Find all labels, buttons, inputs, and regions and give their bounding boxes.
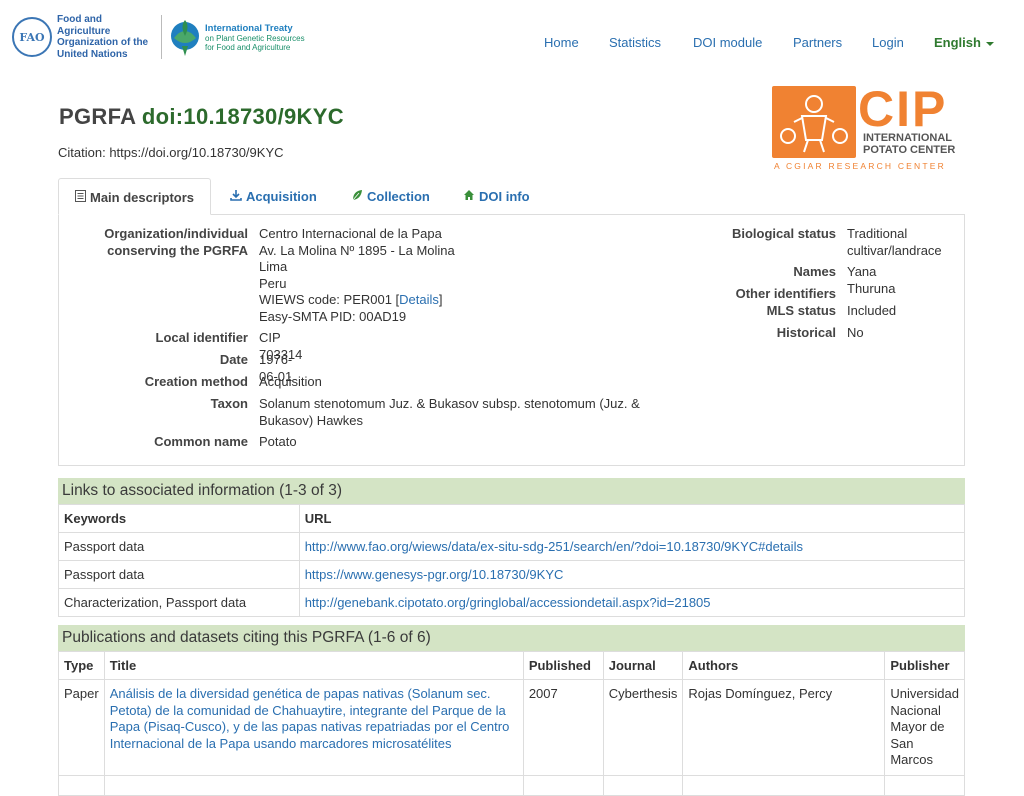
- publications-section-heading: Publications and datasets citing this PG…: [58, 625, 965, 651]
- publications-table: Type Title Published Journal Authors Pub…: [58, 651, 965, 796]
- table-row: Paper Análisis de la diversidad genética…: [58, 679, 965, 776]
- pub-type: [58, 774, 105, 796]
- nav-doi-module[interactable]: DOI module: [693, 35, 762, 50]
- cip-logo: CIP INTERNATIONAL POTATO CENTER A CGIAR …: [772, 81, 967, 172]
- historical-value: No: [847, 325, 864, 340]
- tab-acquisition[interactable]: Acquisition: [214, 178, 333, 215]
- page-title: PGRFA doi:10.18730/9KYC: [59, 104, 344, 130]
- citation-label: Citation:: [58, 145, 106, 160]
- biological-status-label: Biological status: [731, 226, 836, 241]
- pub-journal: [602, 774, 684, 796]
- link-keywords: Passport data: [58, 560, 300, 589]
- table-row: [58, 774, 965, 796]
- top-navbar: FAO Food and Agriculture Organization of…: [0, 0, 1024, 84]
- col-published: Published: [522, 651, 604, 680]
- link-keywords: Characterization, Passport data: [58, 588, 300, 617]
- pub-title-link[interactable]: Análisis de la diversidad genética de pa…: [110, 686, 510, 751]
- link-url-cell: http://www.fao.org/wiews/data/ex-situ-sd…: [298, 532, 966, 561]
- tab-bar: Main descriptors Acquisition Collection …: [58, 178, 964, 215]
- nav-partners[interactable]: Partners: [793, 35, 842, 50]
- wiews-code: WIEWS code: PER001 [Details]: [259, 292, 443, 307]
- cip-emblem-icon: [772, 86, 856, 158]
- citation: Citation: https://doi.org/10.18730/9KYC: [58, 145, 284, 160]
- names-value: Yana Thuruna: [847, 264, 896, 296]
- pub-published: 2007: [522, 679, 604, 776]
- tab-main-descriptors[interactable]: Main descriptors: [58, 178, 212, 215]
- link-url-cell: https://www.genesys-pgr.org/10.18730/9KY…: [298, 560, 966, 589]
- leaf-icon: [351, 189, 363, 204]
- col-journal: Journal: [602, 651, 684, 680]
- biological-status-value: Traditional cultivar/landrace: [847, 226, 942, 258]
- citation-url: https://doi.org/10.18730/9KYC: [109, 145, 284, 160]
- pub-published: [522, 774, 604, 796]
- pub-publisher: [884, 774, 965, 796]
- tab-collection[interactable]: Collection: [335, 178, 446, 215]
- nav-statistics[interactable]: Statistics: [609, 35, 661, 50]
- col-authors: Authors: [682, 651, 886, 680]
- pub-journal: Cyberthesis: [602, 679, 684, 776]
- pub-authors: Rojas Domínguez, Percy: [682, 679, 886, 776]
- title-doi: doi:10.18730/9KYC: [141, 104, 344, 129]
- date-label: Date: [219, 352, 248, 367]
- creation-method-value: Acquisition: [259, 374, 322, 389]
- links-header-row: Keywords URL: [58, 504, 966, 533]
- download-icon: [230, 189, 242, 204]
- list-icon: [75, 190, 86, 205]
- tab-doi-info[interactable]: DOI info: [447, 178, 546, 215]
- links-section-heading: Links to associated information (1-3 of …: [58, 478, 965, 504]
- local-id-label: Local identifier: [155, 330, 248, 345]
- cip-letters: CIP: [858, 81, 948, 137]
- link-url[interactable]: http://genebank.cipotato.org/gringlobal/…: [305, 595, 711, 610]
- nav-links: Home Statistics DOI module Partners Logi…: [0, 35, 1024, 51]
- col-keywords: Keywords: [58, 504, 300, 533]
- creation-method-label: Creation method: [144, 374, 248, 389]
- names-label: Names: [793, 264, 836, 279]
- wiews-details-link[interactable]: Details: [399, 292, 439, 307]
- mls-status-value: Included: [847, 303, 897, 318]
- col-title: Title: [103, 651, 524, 680]
- links-table: Keywords URL Passport data http://www.fa…: [58, 504, 966, 617]
- taxon-label: Taxon: [210, 396, 248, 411]
- nav-login[interactable]: Login: [872, 35, 904, 50]
- col-publisher: Publisher: [884, 651, 965, 680]
- language-dropdown[interactable]: English: [934, 35, 994, 50]
- cip-subtitle: INTERNATIONAL POTATO CENTER: [863, 132, 956, 156]
- pub-title-cell: Análisis de la diversidad genética de pa…: [103, 679, 524, 776]
- org-value: Centro Internacional de la Papa Av. La M…: [259, 226, 679, 325]
- pub-title-cell: [103, 774, 524, 796]
- col-url: URL: [298, 504, 966, 533]
- nav-home[interactable]: Home: [544, 35, 579, 50]
- cip-tagline: A CGIAR RESEARCH CENTER: [774, 161, 946, 171]
- other-identifiers-label: Other identifiers: [735, 286, 836, 301]
- language-label: English: [934, 35, 981, 50]
- link-keywords: Passport data: [58, 532, 300, 561]
- pub-publisher: Universidad Nacional Mayor de San Marcos: [884, 679, 965, 776]
- table-row: Passport data https://www.genesys-pgr.or…: [58, 560, 966, 589]
- link-url-cell: http://genebank.cipotato.org/gringlobal/…: [298, 588, 966, 617]
- historical-label: Historical: [776, 325, 836, 340]
- col-type: Type: [58, 651, 105, 680]
- org-label: Organization/individual conserving the P…: [104, 226, 248, 258]
- common-name-value: Potato: [259, 434, 297, 449]
- link-url[interactable]: http://www.fao.org/wiews/data/ex-situ-sd…: [305, 539, 803, 554]
- mls-status-label: MLS status: [766, 303, 836, 318]
- publications-header-row: Type Title Published Journal Authors Pub…: [58, 651, 965, 680]
- taxon-value: Solanum stenotomum Juz. & Bukasov subsp.…: [259, 396, 640, 428]
- pub-type: Paper: [58, 679, 105, 776]
- home-icon: [463, 189, 475, 204]
- link-url[interactable]: https://www.genesys-pgr.org/10.18730/9KY…: [305, 567, 564, 582]
- caret-down-icon: [985, 41, 994, 46]
- table-row: Passport data http://www.fao.org/wiews/d…: [58, 532, 966, 561]
- common-name-label: Common name: [154, 434, 248, 449]
- pub-authors: [682, 774, 886, 796]
- table-row: Characterization, Passport data http://g…: [58, 588, 966, 617]
- main-descriptors-panel: Organization/individual conserving the P…: [58, 214, 965, 466]
- title-prefix: PGRFA: [59, 104, 136, 129]
